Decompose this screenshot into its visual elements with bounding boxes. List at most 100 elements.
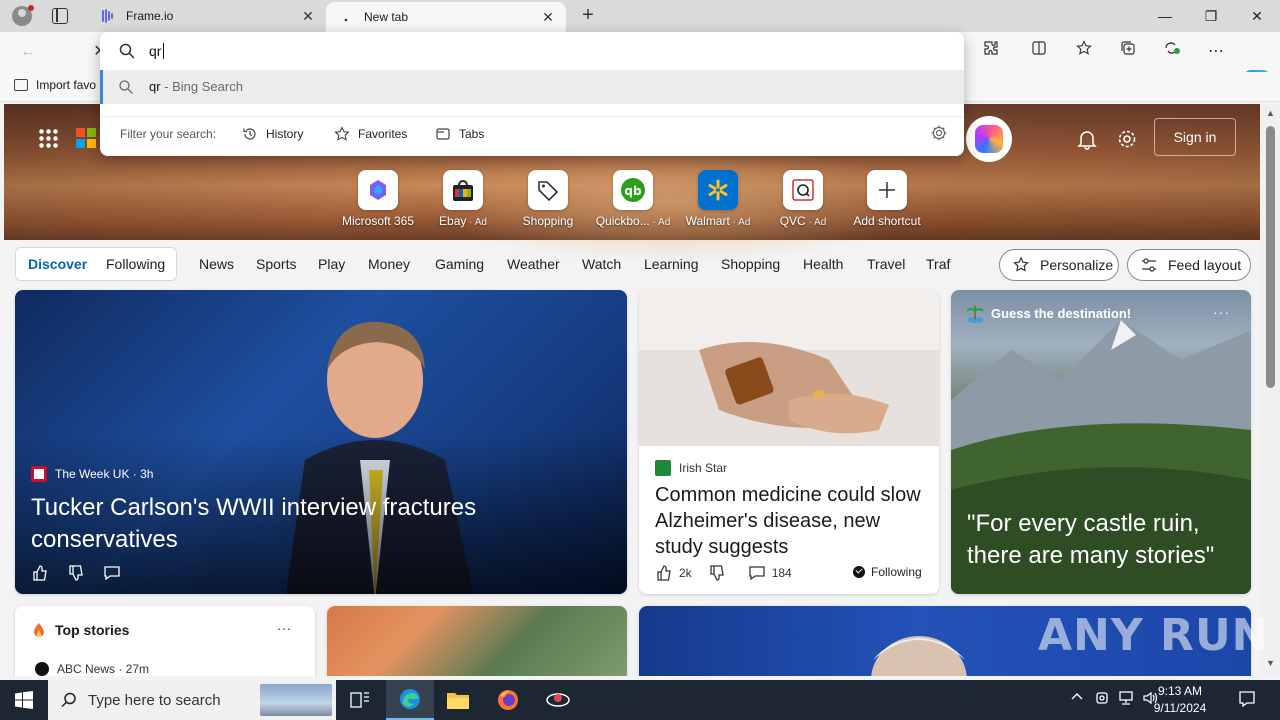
comment-icon[interactable]: [748, 564, 766, 582]
news-card-castle[interactable]: Guess the destination! ··· "For every ca…: [951, 290, 1251, 594]
app-taskbar-icon[interactable]: [534, 680, 582, 720]
suggestion-suffix: - Bing Search: [160, 79, 243, 94]
task-view-icon[interactable]: [336, 680, 384, 720]
more-options-button[interactable]: ···: [1213, 304, 1230, 320]
system-clock[interactable]: 9:13 AM 9/11/2024: [1130, 683, 1230, 717]
close-window-button[interactable]: ✕: [1234, 0, 1280, 32]
shortcut-add[interactable]: Add shortcut: [844, 170, 930, 228]
news-card-tucker[interactable]: The Week UK · 3h Tucker Carlson's WWII i…: [15, 290, 627, 594]
comment-icon[interactable]: [103, 564, 121, 582]
shortcut-ebay[interactable]: Ebay · Ad: [420, 170, 506, 228]
search-suggestion[interactable]: qr - Bing Search: [100, 70, 964, 104]
flame-icon: [31, 622, 47, 640]
nav-link[interactable]: Sports: [256, 256, 296, 272]
nav-link[interactable]: Watch: [582, 256, 621, 272]
tab-actions-icon[interactable]: [52, 8, 68, 24]
import-favorites-button[interactable]: Import favo: [14, 78, 96, 92]
thumbs-down-icon[interactable]: [708, 564, 726, 582]
address-input[interactable]: qr: [149, 43, 165, 59]
filter-tabs-button[interactable]: Tabs: [435, 123, 484, 145]
meet-now-icon[interactable]: [1095, 690, 1111, 709]
copilot-button[interactable]: [966, 116, 1012, 162]
thumbs-up-icon[interactable]: [655, 564, 673, 582]
tab-close-icon[interactable]: ✕: [300, 8, 316, 24]
source-logo-icon: [655, 460, 671, 476]
card-headline[interactable]: Common medicine could slow Alzheimer's d…: [655, 482, 925, 560]
nav-link[interactable]: Money: [368, 256, 410, 272]
shortcut-microsoft365[interactable]: Microsoft 365: [335, 170, 421, 228]
sign-in-button[interactable]: Sign in: [1154, 118, 1236, 156]
extensions-icon[interactable]: [977, 38, 1005, 66]
quickbooks-icon: qb: [613, 170, 653, 210]
browser-essentials-icon[interactable]: [1158, 38, 1186, 66]
shortcut-shopping[interactable]: Shopping: [505, 170, 591, 228]
scrollbar-thumb[interactable]: [1266, 126, 1275, 388]
notification-bell-icon[interactable]: [1074, 126, 1100, 152]
shortcut-qvc[interactable]: QVC · Ad: [760, 170, 846, 228]
nav-link[interactable]: Weather: [507, 256, 560, 272]
ad-label: · Ad: [729, 217, 751, 228]
nav-link[interactable]: News: [199, 256, 234, 272]
nav-link[interactable]: Travel: [867, 256, 905, 272]
notifications-icon[interactable]: [1238, 690, 1256, 711]
tab-close-icon[interactable]: ✕: [540, 9, 556, 25]
start-button[interactable]: [0, 680, 48, 720]
shopping-tag-icon: [528, 170, 568, 210]
more-options-button[interactable]: ···: [277, 620, 291, 636]
split-screen-icon[interactable]: [1025, 38, 1053, 66]
restore-button[interactable]: ❐: [1188, 0, 1234, 32]
tab-title: New tab: [364, 10, 409, 24]
card-headline[interactable]: Tucker Carlson's WWII interview fracture…: [31, 492, 591, 556]
nav-link[interactable]: Gaming: [435, 256, 484, 272]
settings-gear-icon[interactable]: [1114, 126, 1140, 152]
nav-link[interactable]: Health: [803, 256, 843, 272]
filter-favorites-button[interactable]: Favorites: [334, 123, 407, 145]
shortcut-label: Quickbo...: [595, 214, 650, 228]
vertical-scrollbar[interactable]: ▲ ▼: [1262, 104, 1280, 676]
tab-title: Frame.io: [126, 9, 174, 23]
feed-layout-button[interactable]: Feed layout: [1127, 249, 1251, 281]
nav-link[interactable]: Shopping: [721, 256, 780, 272]
tab-discover[interactable]: Discover: [28, 256, 87, 272]
taskbar-search-box[interactable]: Type here to search: [48, 680, 336, 720]
story-source: ABC News · 27m: [35, 662, 149, 676]
settings-more-button[interactable]: ⋯: [1202, 38, 1230, 66]
gear-icon[interactable]: [930, 124, 948, 142]
file-explorer-icon[interactable]: [434, 680, 482, 720]
edge-taskbar-icon[interactable]: [386, 680, 434, 720]
personalize-button[interactable]: Personalize: [999, 249, 1119, 281]
app-launcher-icon[interactable]: [38, 128, 58, 148]
nav-link[interactable]: Play: [318, 256, 345, 272]
scroll-up-arrow-icon[interactable]: ▲: [1266, 108, 1275, 118]
back-button[interactable]: ←: [14, 38, 42, 66]
following-badge[interactable]: Following: [853, 565, 922, 579]
firefox-icon[interactable]: [484, 680, 532, 720]
windows-taskbar: Type here to search 9:13 AM 9/11/2024: [0, 680, 1280, 720]
feed-layout-label: Feed layout: [1168, 257, 1242, 273]
tab-following[interactable]: Following: [106, 256, 165, 272]
nav-link[interactable]: Learning: [644, 256, 699, 272]
address-input-row[interactable]: qr: [100, 32, 964, 70]
thumbs-down-icon[interactable]: [67, 564, 85, 582]
news-card-image[interactable]: [327, 606, 627, 676]
suggestion-text: qr - Bing Search: [149, 79, 243, 94]
windows-logo-icon: [15, 691, 33, 709]
news-card-medicine[interactable]: Irish Star Common medicine could slow Al…: [639, 290, 939, 594]
nav-link[interactable]: Traf: [926, 256, 950, 272]
shortcut-label: Ebay: [439, 214, 467, 228]
thumbs-up-icon[interactable]: [31, 564, 49, 582]
favorites-star-icon[interactable]: [1070, 38, 1098, 66]
show-hidden-icons-chevron-icon[interactable]: [1070, 690, 1084, 707]
tab-new-tab[interactable]: New tab ✕: [326, 2, 566, 32]
shortcut-walmart[interactable]: Walmart · Ad: [675, 170, 761, 228]
profile-notification-dot: [28, 5, 34, 11]
filter-history-button[interactable]: History: [242, 123, 303, 145]
source-text: The Week UK · 3h: [55, 467, 154, 481]
card-headline[interactable]: "For every castle ruin, there are many s…: [967, 508, 1237, 572]
minimize-button[interactable]: —: [1142, 0, 1188, 32]
collections-icon[interactable]: [1114, 38, 1142, 66]
shortcut-quickbooks[interactable]: qb Quickbo... · Ad: [590, 170, 676, 228]
new-tab-page: Sign in Microsoft 365 Ebay · Ad Shopping…: [0, 104, 1262, 676]
tab-frameio[interactable]: Frame.io ✕: [88, 0, 326, 32]
new-tab-button[interactable]: +: [578, 4, 598, 28]
